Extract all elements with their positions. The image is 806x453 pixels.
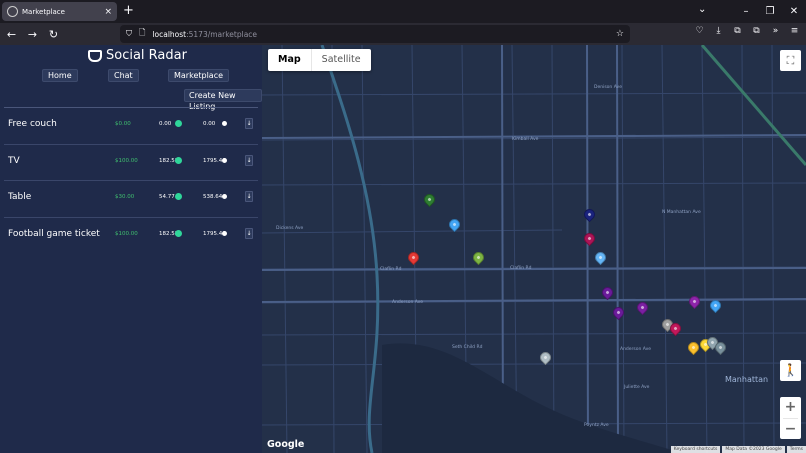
brand[interactable]: Social Radar: [88, 48, 187, 63]
new-tab-button[interactable]: +: [123, 3, 134, 18]
shield-icon[interactable]: ⛉: [126, 29, 132, 39]
create-listing-button[interactable]: Create New Listing: [184, 89, 262, 111]
coin-icon: [222, 121, 227, 126]
page-icon: 🗋: [139, 28, 146, 37]
app-nav: Home Chat Marketplace: [0, 69, 262, 83]
listing-value-2: 538.64: [203, 194, 223, 200]
pegman-icon[interactable]: 🚶: [780, 360, 801, 381]
label-seth: Seth Child Rd: [452, 345, 483, 350]
marketplace-panel: Social Radar Home Chat Marketplace Creat…: [0, 45, 262, 453]
map-data-text: Map Data ©2023 Google: [722, 446, 785, 453]
listing-price: $100.00: [115, 230, 138, 237]
url-bar[interactable]: ⛉ 🗋 localhost:5173/marketplace ☆: [120, 25, 630, 43]
listing-price: $0.00: [115, 121, 131, 127]
listing-action-button[interactable]: ↓: [245, 118, 253, 129]
extensions-icon[interactable]: ⧉: [747, 26, 766, 36]
label-juliette: Juliette Ave: [624, 385, 650, 390]
map[interactable]: Kimball Ave Claflin Rd Claflin Rd Anders…: [262, 45, 806, 453]
label-poyntz: Poyntz Ave: [584, 423, 609, 428]
restore-button[interactable]: ❐: [758, 6, 782, 17]
label-manhattan-ave: N Manhattan Ave: [662, 210, 701, 215]
radar-logo-icon: [88, 49, 102, 62]
map-type-map-button[interactable]: Map: [268, 49, 312, 71]
back-icon[interactable]: ←: [2, 28, 21, 41]
browser-navbar: ← → ↻ ⛉ 🗋 localhost:5173/marketplace ☆ ♡…: [0, 23, 806, 45]
label-claflin-e: Claflin Rd: [510, 266, 532, 271]
token-icon: [175, 229, 182, 237]
listing-title: TV: [8, 155, 20, 166]
tab-favicon-icon: [7, 6, 18, 17]
listing-action-button[interactable]: ↓: [245, 227, 253, 239]
map-type-satellite-button[interactable]: Satellite: [312, 49, 371, 71]
close-window-button[interactable]: ✕: [782, 6, 806, 17]
label-kimball: Kimball Ave: [512, 137, 539, 142]
token-icon: [175, 156, 182, 164]
coin-icon: [222, 157, 227, 163]
listing-row[interactable]: Football game ticket $100.00 182.58 1795…: [4, 216, 258, 254]
listing-action-button[interactable]: ↓: [245, 191, 253, 202]
tab-close-icon[interactable]: ×: [104, 7, 112, 17]
listing-title: Table: [8, 192, 32, 202]
pocket-icon[interactable]: ♡: [690, 26, 709, 36]
listing-title: Football game ticket: [8, 228, 100, 239]
extension-badge-icon[interactable]: ⧉: [728, 26, 747, 36]
zoom-control: + −: [780, 397, 801, 439]
zoom-out-button[interactable]: −: [780, 419, 801, 440]
overflow-icon[interactable]: »: [766, 26, 785, 36]
listing-value-2: 0.00: [203, 121, 216, 127]
listing-action-button[interactable]: ↓: [245, 154, 253, 166]
zoom-in-button[interactable]: +: [780, 397, 801, 418]
listing-value-1: 0.00: [159, 121, 172, 127]
listing-price: $100.00: [115, 157, 138, 164]
listing-price: $30.00: [115, 194, 135, 200]
forward-icon[interactable]: →: [23, 28, 42, 41]
menu-icon[interactable]: ≡: [785, 26, 804, 36]
brand-title: Social Radar: [106, 48, 187, 63]
terms-link[interactable]: Terms: [786, 446, 806, 453]
coin-icon: [222, 194, 227, 199]
toolbar-icons: ♡ ⤓ ⧉ ⧉ » ≡: [690, 26, 804, 36]
fullscreen-icon[interactable]: ⛶: [780, 50, 801, 71]
browser-tab[interactable]: Marketplace ×: [2, 2, 117, 21]
map-attribution: Keyboard shortcuts Map Data ©2023 Google…: [669, 446, 806, 453]
download-icon[interactable]: ⤓: [709, 26, 728, 36]
label-anderson-w: Anderson Ave: [392, 300, 424, 305]
minimize-button[interactable]: –: [734, 6, 758, 17]
reload-icon[interactable]: ↻: [44, 28, 63, 41]
label-denison: Denison Ave: [594, 85, 622, 90]
tabs-list-icon[interactable]: ⌄: [698, 4, 706, 15]
listing-list: Free couch $0.00 0.00 0.00 ↓ TV $100.00 …: [4, 107, 258, 253]
url-path: :5173/marketplace: [186, 29, 258, 39]
map-streets: [262, 45, 806, 453]
nav-home-button[interactable]: Home: [42, 69, 78, 82]
listing-row[interactable]: Free couch $0.00 0.00 0.00 ↓: [4, 107, 258, 144]
map-type-control: Map Satellite: [268, 49, 371, 71]
label-anderson-e: Anderson Ave: [620, 347, 652, 352]
listing-row[interactable]: Table $30.00 54.77 538.64 ↓: [4, 180, 258, 217]
google-logo[interactable]: Google: [267, 439, 304, 450]
coin-icon: [222, 230, 227, 236]
label-city: Manhattan: [725, 375, 769, 384]
window-controls: – ❐ ✕: [734, 0, 806, 23]
browser-tab-bar: Marketplace × + ⌄ – ❐ ✕: [0, 0, 806, 23]
tab-title: Marketplace: [22, 7, 65, 16]
label-claflin-w: Claflin Rd: [380, 267, 402, 272]
bookmark-star-icon[interactable]: ☆: [616, 29, 624, 39]
token-icon: [175, 120, 182, 127]
keyboard-shortcuts-link[interactable]: Keyboard shortcuts: [670, 446, 721, 453]
listing-row[interactable]: TV $100.00 182.58 1795.46 ↓: [4, 143, 258, 181]
listing-value-1: 54.77: [159, 194, 175, 200]
url-host: localhost: [152, 29, 187, 39]
token-icon: [175, 193, 182, 200]
listing-title: Free couch: [8, 119, 57, 129]
label-dickens: Dickens Ave: [276, 226, 304, 231]
nav-chat-button[interactable]: Chat: [108, 69, 139, 82]
nav-marketplace-button[interactable]: Marketplace: [168, 69, 230, 82]
